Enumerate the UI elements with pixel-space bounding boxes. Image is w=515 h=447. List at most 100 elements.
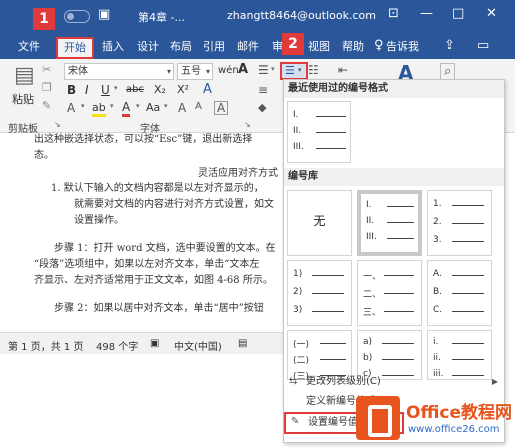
language[interactable]: 中文(中国) [174,338,222,353]
ribbon-tabs: 文件 开始 插入 设计 布局 引用 邮件 审 视图 帮助 ♀ 告诉我 ⇪ ▭ [0,33,515,59]
bullets-icon[interactable]: ☰ [258,63,269,77]
tab-view[interactable]: 视图 [302,37,336,59]
numbering-tile-roman[interactable]: I. II. III. [357,190,422,256]
shading-icon[interactable]: ◆ [258,101,266,114]
grow-font-icon[interactable]: A [178,101,186,115]
chevron-down-icon[interactable]: ▾ [81,102,85,110]
numbering-tile-upper-alpha[interactable]: A. B. C. [427,260,492,326]
numbering-dropdown: 最近使用过的编号格式 I. II. III. 编号库 无 I. II. III.… [283,79,505,443]
tab-tell-me[interactable]: 告诉我 [380,37,425,59]
superscript-button[interactable]: X² [177,83,189,96]
tab-mailings[interactable]: 邮件 [231,37,265,59]
numbering-tile-decimal-paren[interactable]: 1) 2) 3) [287,260,352,326]
tab-home[interactable]: 开始 [56,37,94,59]
page-background [0,354,283,447]
watermark-url: www.office26.com [408,424,500,435]
maximize-icon[interactable]: □ [452,6,464,21]
status-bar: 第 1 页，共 1 页 498 个字 ▣ 中文(中国) ▤ [0,332,300,354]
multilevel-list-icon[interactable]: ☷ [308,63,319,77]
tile-line: 1) [293,269,303,279]
tab-layout[interactable]: 布局 [164,37,198,59]
proofing-icon[interactable]: ▣ [150,338,159,349]
title-bar: ▣ 第4章 -... zhangtt8464@outlook.com ⊡ — □… [0,0,515,33]
page-count[interactable]: 第 1 页，共 1 页 [8,338,83,353]
tile-line: 一、 [363,272,382,282]
tile-line: III. [366,232,377,242]
watermark-title: Office教程网 [406,403,513,423]
find-icon[interactable]: ⌕ [440,63,456,80]
minimize-icon[interactable]: — [420,6,433,21]
save-icon[interactable]: ▣ [98,7,110,22]
numbering-button[interactable]: ☰ ▾ [280,62,308,80]
numbering-tile-recent-roman[interactable]: I. II. III. [287,101,351,163]
decrease-indent-icon[interactable]: ⇤ [338,63,348,77]
document-title: 第4章 -... [138,11,185,24]
change-case-button[interactable]: Aa [146,101,160,114]
tab-references[interactable]: 引用 [197,37,231,59]
copy-icon[interactable]: ❐ [42,81,52,94]
tile-line: 3. [433,235,442,245]
restore-ribbon-icon[interactable]: ⊡ [388,6,399,21]
paste-label[interactable]: 粘贴 [12,91,34,107]
chevron-down-icon[interactable]: ▾ [271,65,275,73]
font-size-select[interactable]: 五号 ▾ [177,63,213,80]
chevron-down-icon[interactable]: ▾ [110,102,114,110]
tab-file[interactable]: 文件 [12,37,46,59]
document-page[interactable]: 出这种嵌选择状态，可以按“Esc”键，退出新选择 态。 灵活应用对齐方式 1. … [0,133,283,332]
phonetic-guide-icon[interactable]: wén [218,65,239,76]
watermark-logo: Office教程网 www.office26.com [356,396,512,442]
strikethrough-button[interactable]: abc [126,84,144,95]
font-launcher-icon[interactable]: ↘ [244,120,251,129]
shrink-font-icon[interactable]: A [195,101,202,112]
doc-line: 齐显示、左对齐适常用于正文文本，如图 4-68 所示。 [34,275,273,286]
char-border-icon[interactable]: A [214,101,229,115]
subscript-button[interactable]: X₂ [154,83,166,96]
italic-button[interactable]: I [85,83,89,97]
clear-formatting-icon[interactable]: A [203,82,212,97]
font-name-select[interactable]: 宋体 ▾ [64,63,174,80]
font-size-value: 五号 [181,66,201,77]
word-count[interactable]: 498 个字 [96,338,138,353]
numbering-tile-chinese[interactable]: 一、 二、 三、 [357,260,422,326]
tab-help[interactable]: 帮助 [336,37,370,59]
chevron-down-icon[interactable]: ▾ [164,102,168,110]
change-list-level-item[interactable]: ⇆ 更改列表级别(C) ▶ [284,372,504,392]
underline-button[interactable]: U [101,83,110,97]
macro-icon[interactable]: ▤ [238,338,247,349]
clipboard-launcher-icon[interactable]: ↘ [54,120,61,129]
chevron-down-icon[interactable]: ▾ [114,84,118,92]
tile-line: 2) [293,287,303,297]
paste-icon[interactable]: ▤ [14,63,35,88]
numbering-library-header: 编号库 [284,168,504,186]
tab-design[interactable]: 设计 [131,37,165,59]
cut-icon[interactable]: ✂ [42,63,51,76]
share-icon[interactable]: ⇪ [444,38,455,53]
list-level-icon: ⇆ [289,376,298,387]
align-left-icon[interactable]: ≡ [258,83,268,97]
numbering-tile-decimal-dot[interactable]: 1. 2. 3. [427,190,492,256]
bold-button[interactable]: B [67,83,76,97]
tile-line: 1. [433,199,442,209]
font-color-button[interactable]: A [122,100,131,117]
tile-line: b) [363,353,373,363]
callout-1: 1 [33,8,55,30]
chevron-down-icon[interactable]: ▾ [136,102,140,110]
tab-insert[interactable]: 插入 [96,37,130,59]
format-painter-icon[interactable]: ✎ [42,99,51,112]
user-account[interactable]: zhangtt8464@outlook.com [227,9,376,22]
callout-2: 2 [282,33,304,55]
tile-line: a) [363,337,373,347]
highlight-color-button[interactable]: ab [92,101,106,117]
change-list-level-label: 更改列表级别(C) [306,376,381,387]
tile-line: 3) [293,305,303,315]
comments-icon[interactable]: ▭ [477,38,489,53]
text-effects-icon[interactable]: A [67,101,75,115]
numbering-tile-none[interactable]: 无 [287,190,352,256]
set-value-icon: ✎ [291,416,300,427]
office-logo-icon [356,396,400,440]
autosave-toggle[interactable] [64,10,90,23]
tile-line: I. [366,200,372,210]
enclose-char-icon[interactable]: A [238,62,248,77]
close-icon[interactable]: ✕ [486,6,497,21]
font-name-value: 宋体 [68,66,88,77]
